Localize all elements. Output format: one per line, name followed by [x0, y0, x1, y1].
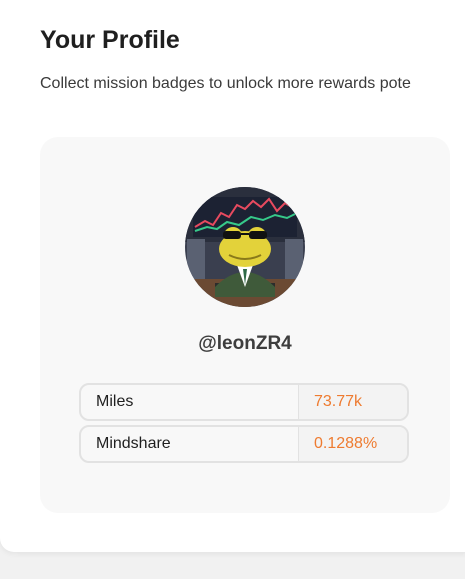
stat-value: 0.1288% [299, 427, 407, 461]
username: @leonZR4 [198, 333, 292, 354]
stat-row-miles: Miles 73.77k [79, 383, 409, 421]
avatar[interactable] [185, 187, 305, 307]
frog-trader-avatar-icon [185, 187, 305, 307]
profile-card: @leonZR4 Miles 73.77k Mindshare 0.1288% [40, 137, 450, 513]
page-title: Your Profile [40, 26, 180, 54]
page-subtitle: Collect mission badges to unlock more re… [40, 75, 411, 92]
stat-label: Mindshare [81, 427, 299, 461]
stat-row-mindshare: Mindshare 0.1288% [79, 425, 409, 463]
stat-value: 73.77k [299, 385, 407, 419]
stat-label: Miles [81, 385, 299, 419]
profile-panel: Your Profile Collect mission badges to u… [0, 0, 465, 552]
